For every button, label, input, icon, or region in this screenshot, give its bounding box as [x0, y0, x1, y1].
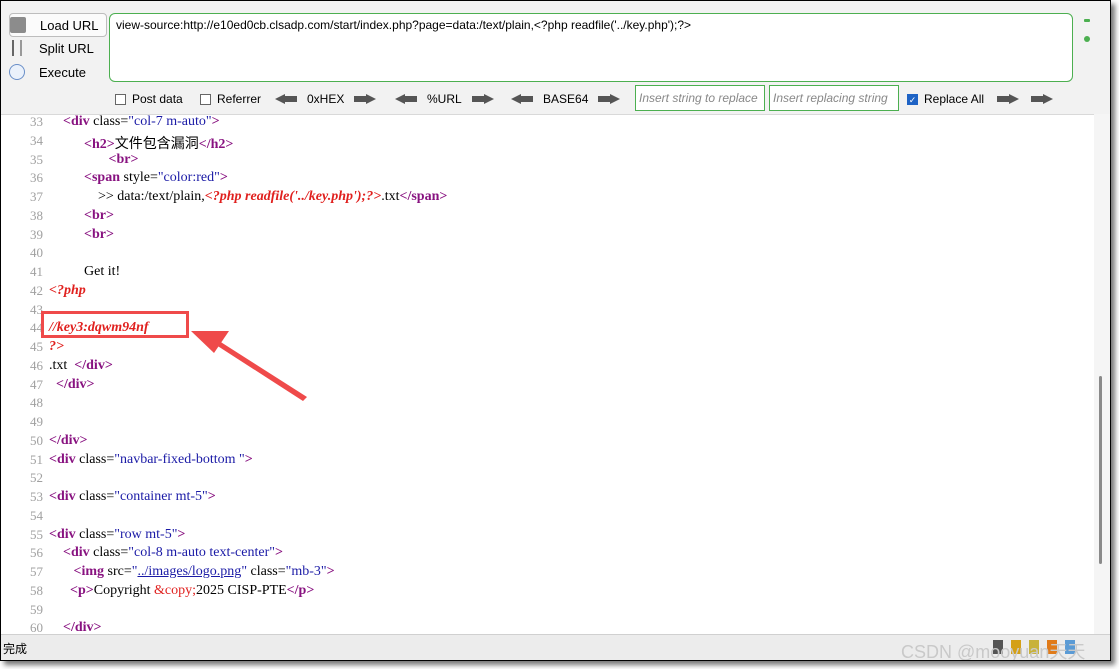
arrow-head-shape [191, 331, 229, 353]
vertical-scrollbar[interactable] [1094, 114, 1110, 634]
arrow-shaft-shape [213, 339, 307, 401]
watermark: CSDN @mooyuan天天 [901, 642, 1086, 661]
browser-window: Load URL Split URL Execute view-source:h… [0, 0, 1111, 661]
annotation-arrow [191, 331, 307, 401]
scrollbar-thumb[interactable] [1099, 376, 1102, 564]
status-bar: 完成 CSDN @mooyuan天天 [1, 634, 1110, 661]
status-text: 完成 [3, 642, 28, 656]
